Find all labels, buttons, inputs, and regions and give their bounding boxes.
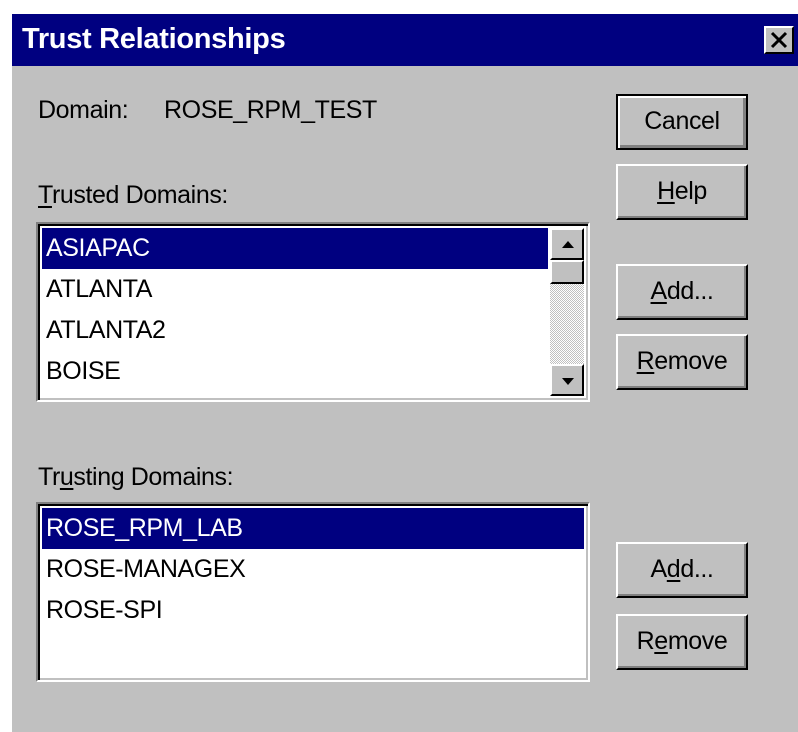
trusted-remove-label-post: emove xyxy=(654,347,728,375)
list-item[interactable]: ATLANTA2 xyxy=(42,310,548,351)
list-item[interactable]: ASIAPAC xyxy=(42,228,548,269)
trusting-label-post: sting Domains: xyxy=(73,463,234,491)
window-title: Trust Relationships xyxy=(22,23,286,55)
list-item[interactable]: ROSE_RPM_LAB xyxy=(42,508,584,549)
trusting-label-accesskey: u xyxy=(59,463,74,491)
trusted-add-label-accesskey: A xyxy=(650,277,668,305)
scroll-up-arrow-icon xyxy=(562,241,574,248)
trusting-add-label-post: d... xyxy=(680,555,714,583)
trusted-domains-scrollbar[interactable] xyxy=(550,228,584,396)
trusted-remove-button[interactable]: Remove xyxy=(616,334,748,390)
trusted-domains-listbox[interactable]: ASIAPAC ATLANTA ATLANTA2 BOISE xyxy=(36,222,590,402)
help-button[interactable]: Help xyxy=(616,164,748,220)
trusting-remove-button[interactable]: Remove xyxy=(616,614,748,670)
trust-relationships-dialog: Trust Relationships Domain: ROSE_RPM_TES… xyxy=(12,14,798,732)
help-label-post: elp xyxy=(674,177,708,205)
close-button[interactable] xyxy=(764,26,794,54)
title-bar: Trust Relationships xyxy=(12,14,798,66)
scroll-thumb[interactable] xyxy=(550,260,584,284)
domain-label: Domain: xyxy=(38,96,129,124)
trusted-domains-items: ASIAPAC ATLANTA ATLANTA2 BOISE xyxy=(42,228,548,392)
scroll-down-arrow-icon xyxy=(562,378,574,385)
trusted-domains-label: Trusted Domains: xyxy=(38,181,228,210)
domain-value: ROSE_RPM_TEST xyxy=(164,96,377,124)
help-label-accesskey: H xyxy=(657,177,675,205)
scroll-up-button[interactable] xyxy=(550,228,584,260)
trusting-label-pre: Tr xyxy=(38,463,60,491)
trusted-remove-label-accesskey: R xyxy=(636,347,655,375)
list-item[interactable]: ATLANTA xyxy=(42,269,548,310)
list-item[interactable]: ROSE-SPI xyxy=(42,590,584,631)
trusted-label-post: rusted Domains: xyxy=(51,181,228,209)
trusted-add-label-post: dd... xyxy=(666,277,714,305)
list-item[interactable]: BOISE xyxy=(42,351,548,392)
scroll-down-button[interactable] xyxy=(550,364,584,396)
trusting-add-button[interactable]: Add... xyxy=(616,542,748,598)
cancel-button[interactable]: Cancel xyxy=(616,94,748,150)
trusted-add-button[interactable]: Add... xyxy=(616,264,748,320)
list-item[interactable]: ROSE-MANAGEX xyxy=(42,549,584,590)
trusting-remove-label-pre: R xyxy=(636,627,655,655)
trusting-domains-listbox[interactable]: ROSE_RPM_LAB ROSE-MANAGEX ROSE-SPI xyxy=(36,502,590,682)
trusting-domains-items: ROSE_RPM_LAB ROSE-MANAGEX ROSE-SPI xyxy=(42,508,584,631)
trusting-remove-label-accesskey: e xyxy=(654,627,668,655)
trusting-domains-label: Trusting Domains: xyxy=(38,463,234,492)
trusted-label-accesskey: T xyxy=(38,181,52,209)
close-icon xyxy=(770,31,788,49)
trusting-add-label-pre: A xyxy=(650,555,668,583)
trusting-remove-label-post: move xyxy=(667,627,728,655)
trusting-add-label-accesskey: d xyxy=(666,555,681,583)
